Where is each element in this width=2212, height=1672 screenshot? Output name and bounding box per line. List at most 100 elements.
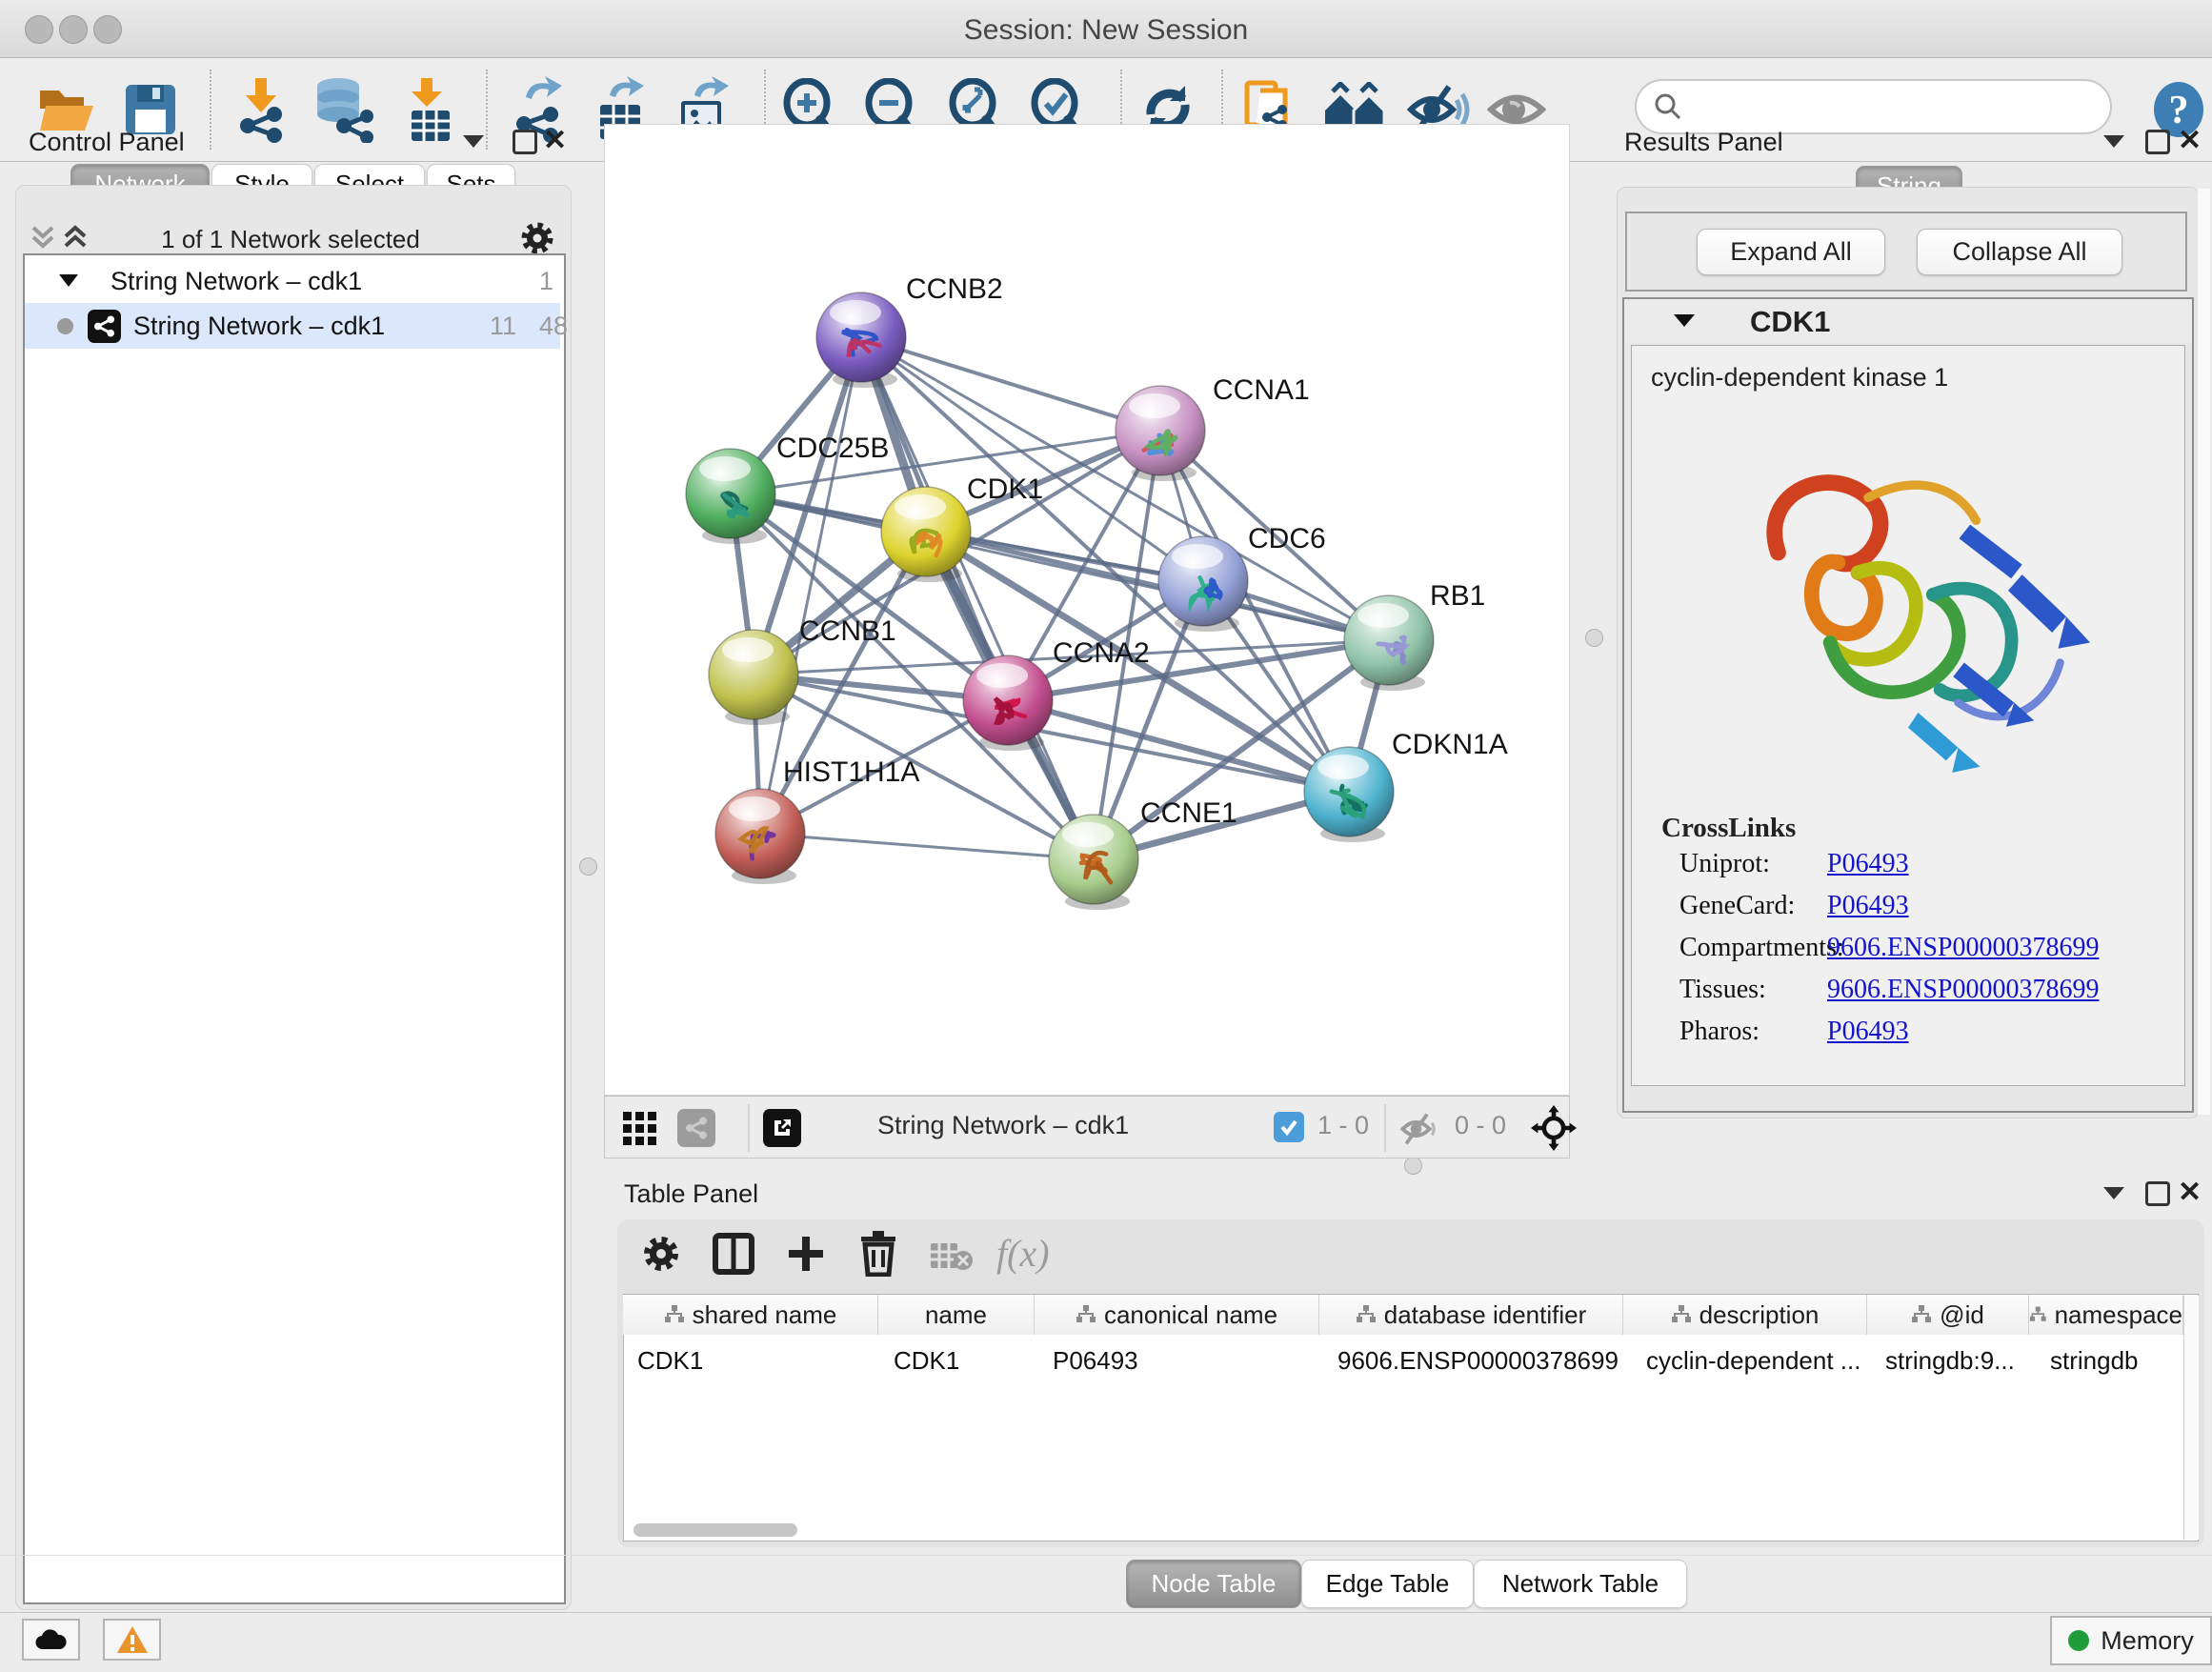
column-header-label: @id (1940, 1300, 1984, 1330)
table-vertical-scrollbar[interactable] (2183, 1296, 2199, 1540)
table-cell[interactable]: stringdb (2050, 1346, 2139, 1376)
left-splitter-handle[interactable] (579, 857, 597, 876)
expand-all-networks-icon[interactable] (61, 223, 90, 252)
toolbar-separator (748, 1104, 750, 1152)
control-panel-close-icon[interactable]: ✕ (543, 124, 567, 157)
network-canvas[interactable]: CCNB2CCNA1CDC25BCDK1CDC6RB1CCNB1CCNA2CDK… (604, 124, 1570, 1096)
gene-detail-panel: cyclin-dependent kinase 1 CrossLinks Uni… (1631, 345, 2185, 1086)
crosslink-value-link[interactable]: P06493 (1827, 849, 1909, 879)
right-splitter-handle[interactable] (1585, 629, 1603, 647)
network-node[interactable] (715, 789, 805, 884)
network-collection-row[interactable]: String Network – cdk1 1 (25, 259, 560, 303)
tab-network-table[interactable]: Network Table (1474, 1560, 1687, 1608)
network-node[interactable] (1304, 747, 1394, 842)
network-options-gear-icon[interactable] (518, 219, 556, 257)
import-table-from-file-icon[interactable] (392, 75, 461, 144)
warnings-button[interactable] (103, 1619, 161, 1661)
crosslink-value-link[interactable]: P06493 (1827, 891, 1909, 921)
show-columns-icon[interactable] (713, 1233, 754, 1275)
function-builder-icon[interactable]: f(x) (996, 1231, 1050, 1276)
network-edge[interactable] (861, 337, 1160, 431)
node-label: CDKN1A (1392, 729, 1508, 760)
control-panel-float-icon[interactable] (513, 130, 537, 154)
network-node[interactable] (1116, 386, 1205, 481)
network-selected-status: 1 of 1 Network selected (114, 225, 467, 254)
search-input[interactable] (1682, 91, 2086, 123)
column-header-@id[interactable]: @id (1867, 1295, 2029, 1335)
network-list: String Network – cdk1 1 String Network –… (23, 253, 566, 1604)
table-horizontal-scrollbar[interactable] (633, 1523, 797, 1537)
network-node[interactable] (881, 487, 971, 582)
collapse-all-button[interactable]: Collapse All (1917, 229, 2122, 275)
hidden-items-icon[interactable] (1398, 1112, 1443, 1146)
table-cell[interactable]: 9606.ENSP00000378699 (1337, 1346, 1619, 1376)
warning-icon (116, 1625, 149, 1654)
birds-eye-toggle-icon[interactable] (1531, 1105, 1577, 1151)
network-node-count: 11 (490, 312, 516, 341)
gene-section-expander-icon[interactable] (1674, 314, 1695, 328)
table-cell[interactable]: cyclin-dependent ... (1646, 1346, 1860, 1376)
crosslink-value-link[interactable]: 9606.ENSP00000378699 (1827, 975, 2099, 1005)
network-edge[interactable] (760, 834, 1094, 859)
tab-node-table[interactable]: Node Table (1126, 1560, 1301, 1608)
node-label: CCNB2 (906, 273, 1003, 305)
column-header-database-identifier[interactable]: database identifier (1319, 1295, 1623, 1335)
open-in-window-icon[interactable] (763, 1109, 801, 1147)
node-table[interactable]: shared name name canonical name database id… (623, 1294, 2199, 1541)
column-header-label: canonical name (1104, 1300, 1277, 1330)
network-node[interactable] (1049, 815, 1138, 910)
gene-section-header[interactable]: CDK1 (1624, 299, 2192, 343)
table-cell[interactable]: P06493 (1053, 1346, 1138, 1376)
string-app-icon (88, 310, 121, 343)
crosslink-value-link[interactable]: P06493 (1827, 1017, 1909, 1047)
delete-column-icon[interactable] (857, 1231, 899, 1277)
column-header-description[interactable]: description (1623, 1295, 1867, 1335)
crosslink-label: Uniprot: (1679, 849, 1770, 878)
grid-view-icon[interactable] (622, 1111, 658, 1147)
node-label: CCNA1 (1213, 374, 1310, 406)
column-header-shared-name[interactable]: shared name (623, 1295, 878, 1335)
crosslink-value-link[interactable]: 9606.ENSP00000378699 (1827, 933, 2099, 963)
toolbar-separator (210, 70, 211, 150)
bottom-splitter-handle[interactable] (1404, 1157, 1422, 1175)
memory-button[interactable]: Memory (2050, 1616, 2212, 1665)
results-panel-float-icon[interactable] (2145, 130, 2170, 154)
column-header-canonical-name[interactable]: canonical name (1035, 1295, 1319, 1335)
network-node[interactable] (1158, 536, 1248, 632)
selected-nodes-checkbox[interactable] (1274, 1112, 1304, 1142)
results-panel-collapse-icon[interactable] (2103, 135, 2124, 149)
crosslink-label: Pharos: (1679, 1017, 1760, 1046)
tree-expander-icon[interactable] (59, 274, 78, 288)
table-panel-float-icon[interactable] (2145, 1181, 2170, 1206)
table-cell[interactable]: CDK1 (637, 1346, 703, 1376)
table-cell[interactable]: CDK1 (894, 1346, 959, 1376)
column-header-name[interactable]: name (878, 1295, 1035, 1335)
create-column-icon[interactable] (785, 1233, 827, 1275)
table-panel-collapse-icon[interactable] (2103, 1187, 2124, 1200)
network-share-view-icon[interactable] (677, 1109, 715, 1147)
network-node[interactable] (1344, 595, 1434, 691)
table-options-gear-icon[interactable] (640, 1233, 682, 1275)
table-cell[interactable]: stringdb:9... (1885, 1346, 2015, 1376)
node-label: HIST1H1A (783, 756, 919, 788)
tab-edge-table[interactable]: Edge Table (1301, 1560, 1474, 1608)
network-node[interactable] (686, 449, 775, 544)
toolbar-search-box[interactable] (1635, 79, 2112, 134)
column-header-namespace[interactable]: namespace (2029, 1295, 2183, 1335)
results-panel-close-icon[interactable]: ✕ (2178, 124, 2202, 157)
crosslink-row: Uniprot: P06493 (1679, 849, 2156, 879)
cloud-button[interactable] (22, 1619, 80, 1661)
control-panel-collapse-icon[interactable] (463, 135, 484, 149)
results-scroll-gutter[interactable] (2198, 189, 2210, 1115)
expand-all-button[interactable]: Expand All (1697, 229, 1885, 275)
delete-table-icon[interactable] (930, 1240, 974, 1271)
network-collection-label: String Network – cdk1 (111, 267, 362, 296)
import-network-from-file-icon[interactable] (227, 75, 295, 144)
collapse-all-networks-icon[interactable] (29, 223, 57, 252)
network-row-selected[interactable]: String Network – cdk1 11 48 (25, 303, 560, 349)
import-network-from-database-icon[interactable] (309, 75, 377, 144)
memory-status-dot (2068, 1630, 2089, 1651)
toolbar-separator (486, 70, 488, 150)
table-panel-close-icon[interactable]: ✕ (2178, 1176, 2202, 1209)
column-header-label: name (925, 1300, 987, 1330)
